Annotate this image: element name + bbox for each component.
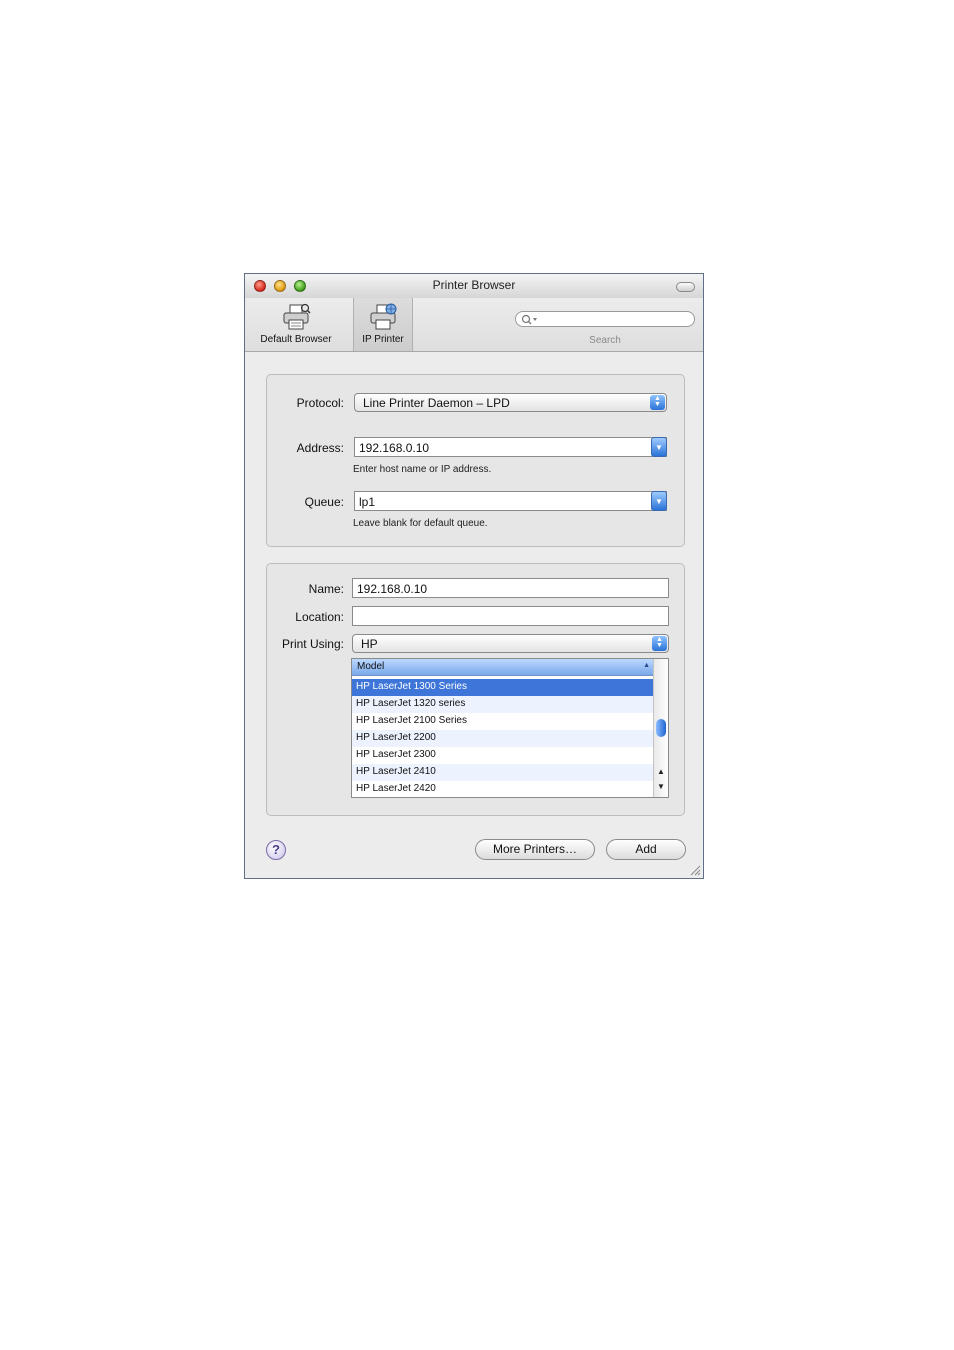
list-item[interactable]: HP LaserJet 2410 <box>352 764 654 781</box>
window-title: Printer Browser <box>432 278 516 292</box>
sort-ascending-icon: ▲ <box>643 662 650 669</box>
scroll-down-icon[interactable]: ▼ <box>654 782 668 791</box>
list-item[interactable]: HP LaserJet 2420 <box>352 781 654 797</box>
model-rows: HP LaserJet 1300 Series HP LaserJet 1320… <box>352 679 654 797</box>
printer-icon <box>283 303 311 330</box>
name-value: 192.168.0.10 <box>357 582 428 596</box>
search-icon <box>521 314 537 325</box>
list-item[interactable]: HP LaserJet 2200 <box>352 730 654 747</box>
search-field[interactable] <box>515 311 695 327</box>
model-header-label: Model <box>357 661 385 672</box>
resize-grip-icon[interactable] <box>690 865 701 876</box>
list-item[interactable]: HP LaserJet 2300 <box>352 747 654 764</box>
protocol-value: Line Printer Daemon – LPD <box>363 396 510 410</box>
protocol-label: Protocol: <box>296 396 344 410</box>
queue-value: lp1 <box>359 495 376 509</box>
name-field[interactable]: 192.168.0.10 <box>352 578 669 598</box>
more-printers-button[interactable]: More Printers… <box>475 839 595 860</box>
name-label: Name: <box>308 582 344 596</box>
updown-arrows-icon: ▲ ▼ <box>650 395 665 410</box>
toolbar-toggle-button[interactable] <box>676 282 695 292</box>
list-item[interactable]: HP LaserJet 1300 Series <box>352 679 654 696</box>
vertical-scrollbar[interactable]: ▲ ▼ <box>653 659 668 797</box>
location-label: Location: <box>295 610 344 624</box>
queue-combo[interactable]: lp1 ▼ <box>354 491 667 511</box>
ip-printer-icon <box>370 303 397 330</box>
toolbar: Default Browser IP Printer Search <box>245 298 703 352</box>
list-item[interactable]: HP LaserJet 2100 Series <box>352 713 654 730</box>
location-field[interactable] <box>352 606 669 626</box>
model-list[interactable]: Model ▲ HP LaserJet 1300 Series HP Laser… <box>351 658 669 798</box>
title-bar: Printer Browser <box>245 274 703 299</box>
default-browser-label: Default Browser <box>260 334 332 345</box>
chevron-down-icon[interactable]: ▼ <box>651 437 667 457</box>
add-button[interactable]: Add <box>606 839 686 860</box>
ip-printer-button[interactable]: IP Printer <box>353 298 413 351</box>
model-column-header[interactable]: Model ▲ <box>352 659 654 676</box>
chevron-down-icon[interactable]: ▼ <box>651 491 667 511</box>
printer-browser-window: Printer Browser Default Browser IP Print… <box>244 273 704 879</box>
ip-printer-label: IP Printer <box>362 334 404 345</box>
address-label: Address: <box>296 441 344 455</box>
search-label: Search <box>589 335 621 346</box>
address-value: 192.168.0.10 <box>359 441 430 455</box>
address-hint: Enter host name or IP address. <box>353 464 492 475</box>
print-using-label: Print Using: <box>281 637 344 651</box>
default-browser-button[interactable]: Default Browser <box>251 298 341 351</box>
queue-hint: Leave blank for default queue. <box>353 518 488 529</box>
scroll-up-icon[interactable]: ▲ <box>654 767 668 776</box>
address-combo[interactable]: 192.168.0.10 ▼ <box>354 437 667 457</box>
help-button[interactable]: ? <box>266 840 286 860</box>
print-using-popup[interactable]: HP ▲ ▼ <box>352 634 669 653</box>
protocol-popup[interactable]: Line Printer Daemon – LPD ▲ ▼ <box>354 393 667 412</box>
queue-label: Queue: <box>304 495 344 509</box>
list-item[interactable]: HP LaserJet 1320 series <box>352 696 654 713</box>
scrollbar-thumb[interactable] <box>656 719 666 737</box>
updown-arrows-icon: ▲ ▼ <box>652 636 667 651</box>
print-using-value: HP <box>361 637 378 651</box>
